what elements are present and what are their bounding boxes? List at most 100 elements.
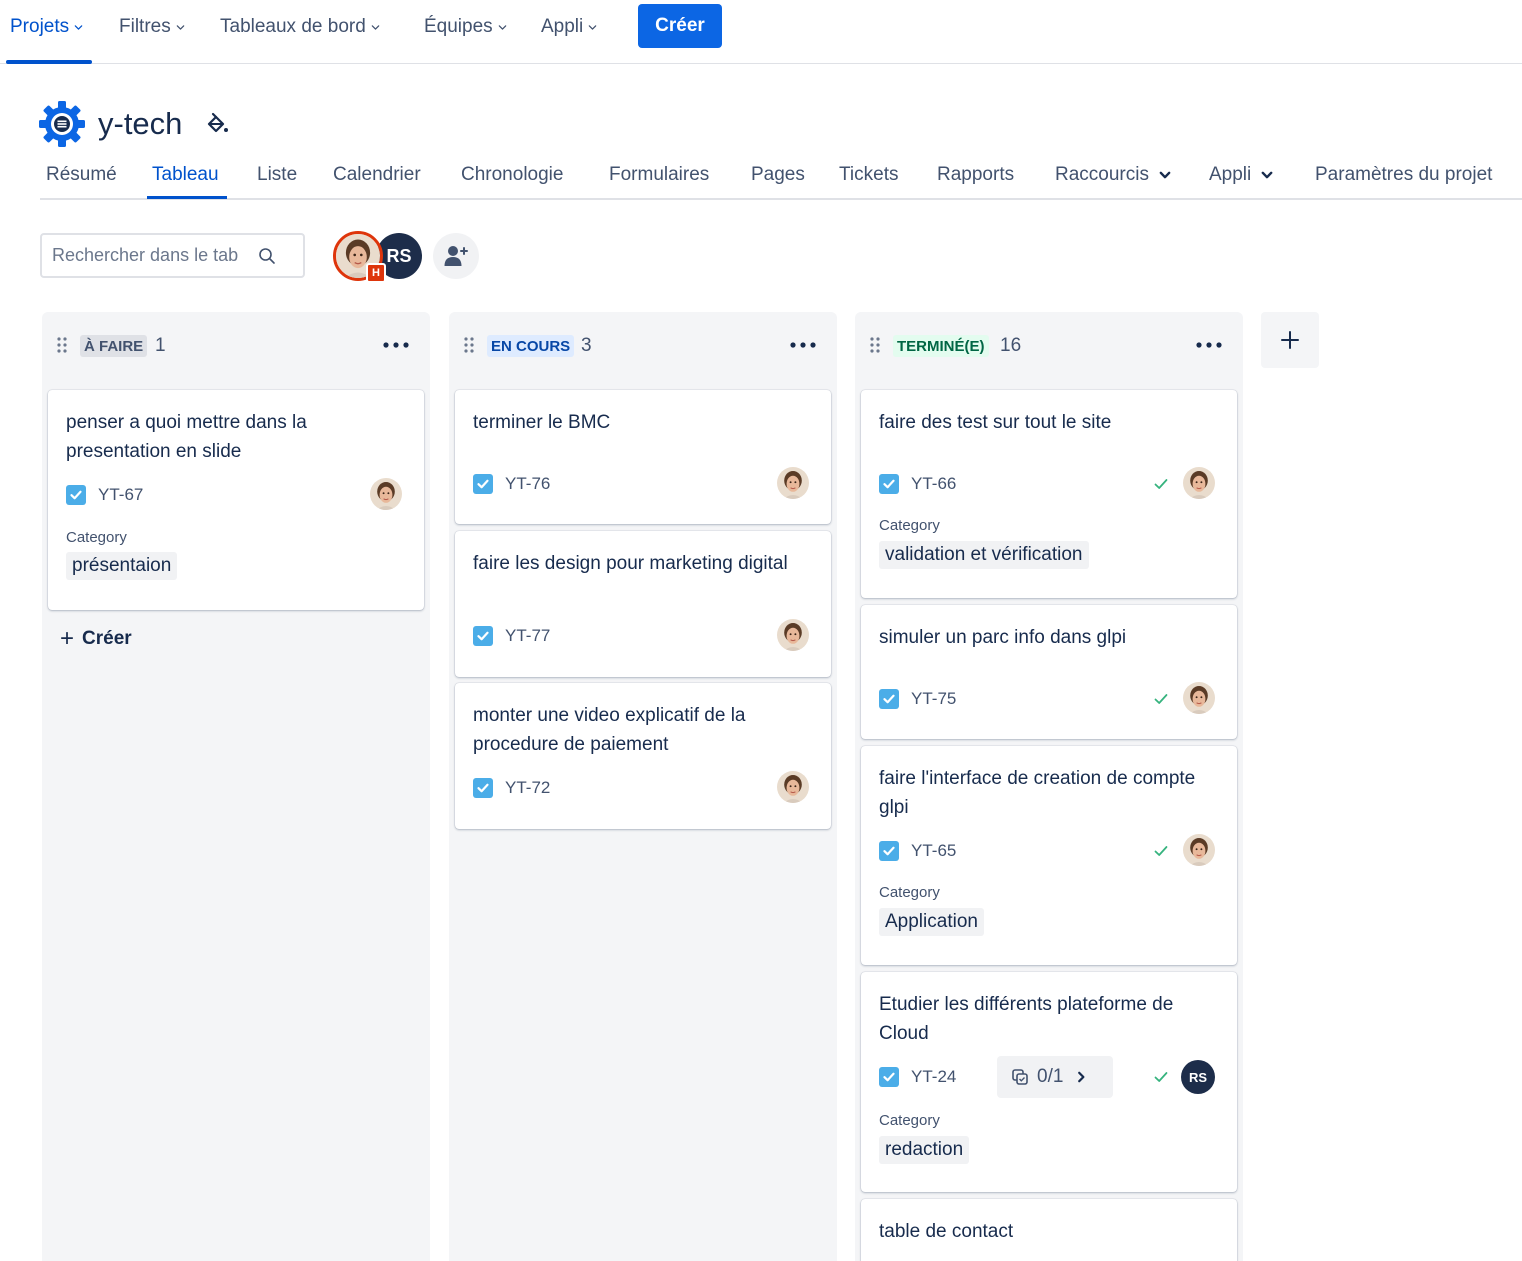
nav-dashboards[interactable]: Tableaux de bord bbox=[220, 14, 380, 40]
category-label: Category bbox=[879, 1112, 940, 1129]
tab-timeline-label: Chronologie bbox=[461, 164, 564, 185]
user-photo-icon bbox=[777, 619, 809, 651]
tab-timeline[interactable]: Chronologie bbox=[461, 164, 563, 186]
user-photo-icon bbox=[777, 467, 809, 499]
card-title: faire les design pour marketing digital bbox=[473, 553, 788, 574]
create-button[interactable]: Créer bbox=[638, 4, 722, 48]
category-label: Category bbox=[879, 517, 940, 534]
paint-bucket-icon[interactable] bbox=[204, 111, 230, 137]
nav-filters[interactable]: Filtres bbox=[119, 14, 185, 40]
issue-card[interactable]: penser a quoi mettre dans la presentatio… bbox=[48, 390, 424, 610]
tab-pages[interactable]: Pages bbox=[751, 164, 805, 186]
add-column-button[interactable] bbox=[1261, 312, 1319, 368]
issue-card[interactable]: faire l'interface de creation de compte … bbox=[861, 746, 1237, 965]
issue-card[interactable]: faire les design pour marketing digital … bbox=[455, 531, 831, 677]
assignee-avatar[interactable] bbox=[777, 467, 809, 499]
tab-project-settings[interactable]: Paramètres du projet bbox=[1315, 164, 1492, 186]
chevron-down-icon bbox=[588, 23, 597, 32]
tab-shortcuts-label: Raccourcis bbox=[1055, 164, 1149, 185]
status-lozenge: EN COURS bbox=[487, 335, 575, 357]
assignee-avatar[interactable] bbox=[370, 478, 402, 510]
issue-card[interactable]: Etudier les différents plateforme de Clo… bbox=[861, 972, 1237, 1192]
nav-filters-label: Filtres bbox=[119, 16, 171, 37]
column-header: EN COURS 3 bbox=[449, 312, 837, 380]
tab-summary[interactable]: Résumé bbox=[46, 164, 117, 186]
user-photo-icon bbox=[1183, 682, 1215, 714]
category-value: redaction bbox=[879, 1136, 970, 1164]
drag-handle-icon[interactable] bbox=[463, 336, 475, 354]
tab-shortcuts[interactable]: Raccourcis bbox=[1055, 164, 1171, 186]
assignee-avatar[interactable] bbox=[1183, 682, 1215, 714]
chevron-down-icon bbox=[371, 23, 380, 32]
issue-key[interactable]: YT-65 bbox=[911, 841, 956, 861]
category-label: Category bbox=[66, 529, 127, 546]
create-issue-button[interactable]: + Créer bbox=[60, 625, 132, 652]
nav-projects-label: Projets bbox=[10, 16, 70, 37]
issue-key[interactable]: YT-24 bbox=[911, 1067, 956, 1087]
card-meta: YT-75 bbox=[879, 687, 956, 711]
tab-board[interactable]: Tableau bbox=[152, 164, 219, 186]
column-header: TERMINÉ(E) 16 bbox=[855, 312, 1243, 380]
tab-issues-label: Tickets bbox=[839, 164, 899, 185]
card-title: monter une video explicatif de la proced… bbox=[473, 705, 746, 755]
assignee-avatar[interactable] bbox=[1183, 467, 1215, 499]
tab-apps[interactable]: Appli bbox=[1209, 164, 1273, 186]
nav-teams[interactable]: Équipes bbox=[424, 14, 507, 40]
search-input[interactable] bbox=[52, 245, 257, 266]
project-tabs: Résumé Tableau Liste Calendrier Chronolo… bbox=[40, 160, 1522, 200]
issue-key[interactable]: YT-77 bbox=[505, 626, 550, 646]
assignee-avatar[interactable] bbox=[777, 619, 809, 651]
done-check-icon bbox=[1153, 1069, 1169, 1085]
drag-handle-icon[interactable] bbox=[869, 336, 881, 354]
task-type-icon bbox=[473, 474, 493, 494]
issue-card[interactable]: simuler un parc info dans glpi YT-75 bbox=[861, 605, 1237, 739]
category-value: présentaion bbox=[66, 552, 178, 580]
category-value: validation et vérification bbox=[879, 541, 1089, 569]
subtask-icon bbox=[1012, 1069, 1028, 1085]
chevron-right-icon bbox=[1078, 1071, 1085, 1083]
tab-forms-label: Formulaires bbox=[609, 164, 710, 185]
column-in-progress: EN COURS 3 terminer le BMC YT-76 faire l… bbox=[449, 312, 837, 1261]
tab-issues[interactable]: Tickets bbox=[839, 164, 898, 186]
tab-forms[interactable]: Formulaires bbox=[609, 164, 709, 186]
category-value: Application bbox=[879, 908, 984, 936]
drag-handle-icon[interactable] bbox=[56, 336, 68, 354]
subtasks-button[interactable]: 0/1 bbox=[997, 1056, 1113, 1098]
issue-key[interactable]: YT-76 bbox=[505, 474, 550, 494]
assignee-avatar[interactable]: RS bbox=[1181, 1060, 1215, 1094]
add-people-button[interactable] bbox=[433, 233, 479, 279]
tab-calendar[interactable]: Calendrier bbox=[333, 164, 421, 186]
task-type-icon bbox=[879, 1067, 899, 1087]
column-header: À FAIRE 1 bbox=[42, 312, 430, 380]
more-icon[interactable] bbox=[382, 340, 410, 350]
issue-card[interactable]: faire des test sur tout le site YT-66 Ca… bbox=[861, 390, 1237, 598]
more-icon[interactable] bbox=[789, 340, 817, 350]
card-meta: YT-72 bbox=[473, 776, 550, 800]
issue-key[interactable]: YT-67 bbox=[98, 485, 143, 505]
user-photo-icon bbox=[370, 478, 402, 510]
issue-card[interactable]: table de contact bbox=[861, 1199, 1237, 1261]
issue-key[interactable]: YT-75 bbox=[911, 689, 956, 709]
issue-card[interactable]: terminer le BMC YT-76 bbox=[455, 390, 831, 524]
plus-icon: + bbox=[60, 625, 75, 652]
nav-apps[interactable]: Appli bbox=[541, 14, 597, 40]
nav-apps-label: Appli bbox=[541, 16, 584, 37]
tab-reports-label: Rapports bbox=[937, 164, 1015, 185]
tab-list[interactable]: Liste bbox=[257, 164, 297, 186]
card-meta: YT-24 bbox=[879, 1065, 956, 1089]
more-icon[interactable] bbox=[1195, 340, 1223, 350]
issue-card[interactable]: monter une video explicatif de la proced… bbox=[455, 683, 831, 829]
tab-reports[interactable]: Rapports bbox=[937, 164, 1014, 186]
card-meta: YT-66 bbox=[879, 472, 956, 496]
chevron-down-icon bbox=[498, 23, 507, 32]
category-label: Category bbox=[879, 884, 940, 901]
nav-projects[interactable]: Projets bbox=[10, 14, 83, 40]
card-meta: YT-77 bbox=[473, 624, 550, 648]
status-lozenge: À FAIRE bbox=[80, 335, 148, 357]
assignee-avatar[interactable] bbox=[1183, 834, 1215, 866]
assignee-avatar[interactable] bbox=[777, 771, 809, 803]
add-person-icon bbox=[444, 246, 468, 266]
issue-key[interactable]: YT-72 bbox=[505, 778, 550, 798]
issue-key[interactable]: YT-66 bbox=[911, 474, 956, 494]
card-title: table de contact bbox=[879, 1221, 1014, 1242]
